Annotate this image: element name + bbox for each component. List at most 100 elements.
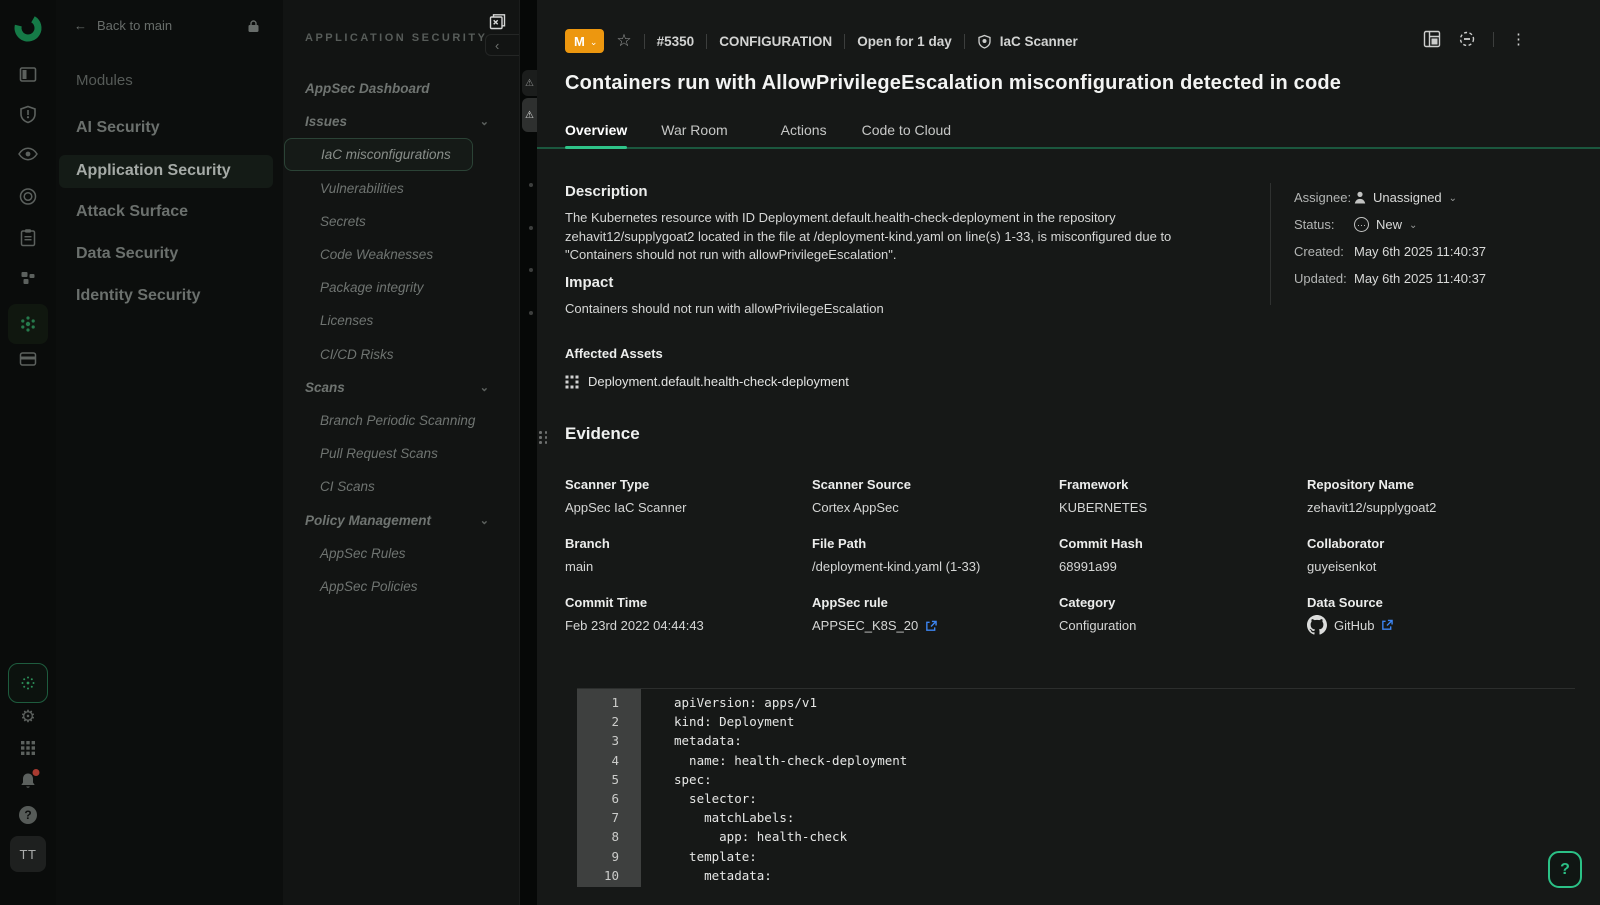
status-label: Status: <box>1294 217 1354 232</box>
code-evidence-block[interactable]: 1apiVersion: apps/v1 2kind: Deployment 3… <box>577 688 1575 905</box>
focus-radar-icon[interactable] <box>1458 30 1476 48</box>
sidebar-item-application-security[interactable]: Application Security <box>59 155 273 188</box>
visibility-eye-icon[interactable] <box>18 147 38 161</box>
kebab-menu-icon[interactable]: ⋮ <box>1511 30 1526 48</box>
deployment-grid-icon <box>565 375 579 389</box>
code-line: 5spec: <box>577 770 1575 789</box>
submenu-section-policy-management[interactable]: Policy Management⌄ <box>283 503 519 536</box>
sidebar-item-identity-security[interactable]: Identity Security <box>76 287 200 305</box>
evidence-field-commit-hash: Commit Hash 68991a99 <box>1059 536 1307 574</box>
assignee-value[interactable]: Unassigned ⌄ <box>1354 190 1457 205</box>
chevron-down-icon: ⌄ <box>480 115 489 128</box>
impact-section: Impact Containers should not run with al… <box>565 274 1210 319</box>
code-line: 8 app: health-check <box>577 827 1575 846</box>
user-avatar[interactable]: TT <box>10 836 46 872</box>
lock-icon[interactable] <box>247 19 260 38</box>
submenu-item-vulnerabilities[interactable]: Vulnerabilities <box>283 172 519 205</box>
submenu-item-licenses[interactable]: Licenses <box>283 304 519 337</box>
submenu-item-appsec-rules[interactable]: AppSec Rules <box>283 537 519 570</box>
external-link-icon[interactable] <box>1381 619 1393 631</box>
modules-sidebar: ← Back to main Modules AI Security Appli… <box>56 0 283 905</box>
affected-asset-name: Deployment.default.health-check-deployme… <box>588 374 849 389</box>
help-floating-button[interactable]: ? <box>1548 851 1582 888</box>
back-label: Back to main <box>97 18 172 33</box>
created-value: May 6th 2025 11:40:37 <box>1354 244 1486 259</box>
tab-actions[interactable]: Actions <box>781 112 827 147</box>
sidebar-item-ai-security[interactable]: AI Security <box>76 119 160 137</box>
evidence-field-repository-name: Repository Name zehavit12/supplygoat2 <box>1307 477 1554 515</box>
submenu-item-branch-periodic-scanning[interactable]: Branch Periodic Scanning <box>283 404 519 437</box>
submenu-item-package-integrity[interactable]: Package integrity <box>283 271 519 304</box>
pinned-dot <box>529 311 533 315</box>
updated-value: May 6th 2025 11:40:37 <box>1354 271 1486 286</box>
submenu-item-cicd-risks[interactable]: CI/CD Risks <box>283 338 519 371</box>
evidence-field-scanner-source: Scanner Source Cortex AppSec <box>812 477 1059 515</box>
star-favorite-icon[interactable]: ☆ <box>616 31 631 51</box>
assets-blocks-icon[interactable] <box>19 269 38 287</box>
sidebar-item-data-security[interactable]: Data Security <box>76 245 178 263</box>
layout-panel-icon[interactable] <box>1423 30 1441 48</box>
evidence-field-scanner-type: Scanner Type AppSec IaC Scanner <box>565 477 812 515</box>
help-circle-icon[interactable]: ? <box>19 806 37 824</box>
issue-details-panel: Assignee: Unassigned ⌄ Status: ⋯ New ⌄ C… <box>1294 184 1584 292</box>
pinned-tab-strip: ⚠ ⚠ <box>520 0 537 905</box>
application-security-module-icon[interactable] <box>8 304 48 344</box>
pinned-issue-tab-active[interactable]: ⚠ <box>522 98 537 132</box>
assignee-label: Assignee: <box>1294 190 1354 205</box>
evidence-drag-handle[interactable] <box>539 431 548 444</box>
affected-assets-heading: Affected Assets <box>565 346 849 361</box>
submenu-item-code-weaknesses[interactable]: Code Weaknesses <box>283 238 519 271</box>
warning-icon: ⚠ <box>525 110 534 121</box>
created-row: Created: May 6th 2025 11:40:37 <box>1294 238 1584 265</box>
evidence-heading: Evidence <box>565 424 640 444</box>
chevron-down-icon: ⌄ <box>1449 193 1457 204</box>
submenu-item-appsec-dashboard[interactable]: AppSec Dashboard <box>283 72 519 105</box>
submenu-item-secrets[interactable]: Secrets <box>283 205 519 238</box>
description-heading: Description <box>565 183 1225 200</box>
status-row: Status: ⋯ New ⌄ <box>1294 211 1584 238</box>
dashboards-icon[interactable] <box>19 65 38 84</box>
code-line: 4 name: health-check-deployment <box>577 751 1575 770</box>
submenu-item-ci-scans[interactable]: CI Scans <box>283 470 519 503</box>
evidence-field-data-source: Data Source GitHub <box>1307 595 1554 635</box>
wallet-card-icon[interactable] <box>19 351 38 367</box>
notifications-bell-icon[interactable] <box>20 772 37 790</box>
submenu-section-issues[interactable]: Issues⌄ <box>283 105 519 138</box>
divider <box>844 34 845 49</box>
settings-gear-icon[interactable]: ⚙ <box>20 707 35 727</box>
submenu-item-iac-misconfigurations[interactable]: IaC misconfigurations <box>283 138 519 171</box>
submenu-section-scans[interactable]: Scans⌄ <box>283 371 519 404</box>
status-value[interactable]: ⋯ New ⌄ <box>1354 217 1417 232</box>
pinned-issue-tab[interactable]: ⚠ <box>522 70 537 96</box>
submenu-item-appsec-policies[interactable]: AppSec Policies <box>283 570 519 603</box>
threats-shield-icon[interactable] <box>19 105 37 124</box>
pinned-dot <box>529 268 533 272</box>
submenu-item-pull-request-scans[interactable]: Pull Request Scans <box>283 437 519 470</box>
back-to-main-button[interactable]: ← Back to main <box>74 18 172 33</box>
chevron-down-icon: ⌄ <box>480 381 489 394</box>
divider <box>1493 32 1494 47</box>
popout-window-icon[interactable] <box>489 13 506 35</box>
external-link-icon[interactable] <box>925 620 937 632</box>
issue-id: #5350 <box>657 34 695 49</box>
assignee-row: Assignee: Unassigned ⌄ <box>1294 184 1584 211</box>
apps-grid-icon[interactable] <box>20 740 36 756</box>
severity-badge[interactable]: M ⌄ <box>565 29 604 53</box>
reports-clipboard-icon[interactable] <box>20 228 37 247</box>
evidence-field-category: Category Configuration <box>1059 595 1307 635</box>
modules-heading: Modules <box>76 72 133 89</box>
tab-war-room[interactable]: War Room <box>661 112 727 147</box>
tab-code-to-cloud[interactable]: Code to Cloud <box>862 112 952 147</box>
divider <box>706 34 707 49</box>
issue-title: Containers run with AllowPrivilegeEscala… <box>565 72 1570 95</box>
copilot-button[interactable] <box>8 663 48 703</box>
affected-asset-item[interactable]: Deployment.default.health-check-deployme… <box>565 374 849 389</box>
cortex-logo-icon[interactable] <box>12 12 44 44</box>
divider <box>644 34 645 49</box>
collapse-panel-button[interactable]: ‹ <box>485 34 519 56</box>
chevron-down-icon: ⌄ <box>480 514 489 527</box>
sidebar-item-attack-surface[interactable]: Attack Surface <box>76 203 188 221</box>
updated-label: Updated: <box>1294 271 1354 286</box>
target-icon[interactable] <box>19 187 38 206</box>
tab-overview[interactable]: Overview <box>565 112 627 147</box>
